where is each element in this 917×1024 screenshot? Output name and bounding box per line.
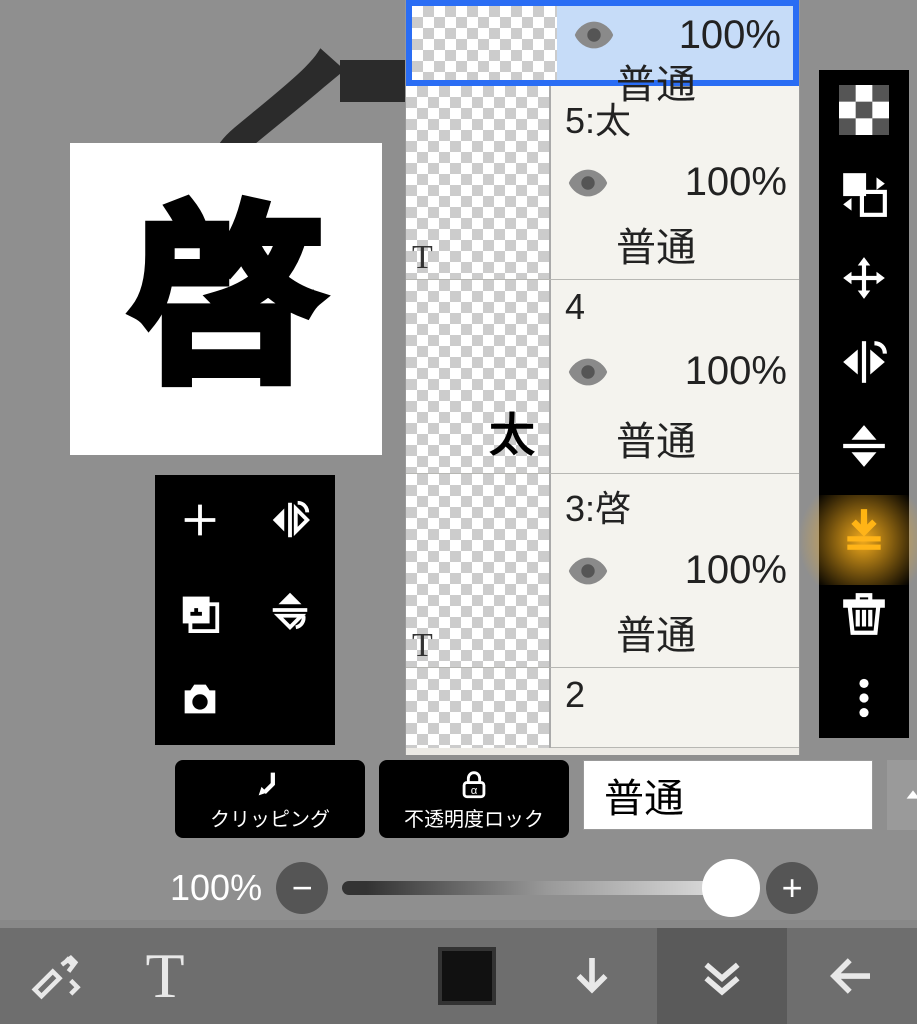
visibility-icon[interactable] bbox=[565, 548, 611, 594]
opacity-slider-row: 100% − + bbox=[170, 862, 818, 914]
layer-name: 4 bbox=[565, 286, 787, 328]
tile-big-char: 啓 bbox=[131, 204, 321, 394]
clipping-button[interactable]: クリッピング bbox=[175, 760, 365, 838]
blend-mode-value: 普通 bbox=[604, 766, 684, 824]
text-tool-button[interactable]: T bbox=[110, 928, 220, 1024]
layer-name: 2 bbox=[565, 674, 787, 716]
visibility-icon[interactable] bbox=[565, 160, 611, 206]
swap-button[interactable] bbox=[838, 168, 890, 220]
layer-row[interactable]: T 5:太 100% 普通 bbox=[406, 86, 799, 280]
scroll-down-button[interactable] bbox=[527, 928, 657, 1024]
layer-thumbnail[interactable] bbox=[406, 668, 551, 748]
visibility-icon[interactable] bbox=[565, 349, 611, 395]
lock-icon: α bbox=[457, 767, 491, 801]
chevron-double-down-icon bbox=[695, 949, 749, 1003]
move-icon bbox=[839, 253, 889, 303]
layer-thumbnail[interactable] bbox=[412, 6, 557, 80]
plus-icon bbox=[177, 497, 223, 543]
transparency-button[interactable] bbox=[838, 84, 890, 136]
opacity-value: 100% bbox=[170, 867, 262, 909]
merge-down-button[interactable] bbox=[838, 504, 890, 556]
delete-button[interactable] bbox=[838, 588, 890, 640]
flip-vertical-icon bbox=[267, 587, 313, 633]
clipping-label: クリッピング bbox=[210, 803, 330, 832]
layer-row[interactable]: 太 4 100% 普通 bbox=[406, 280, 799, 474]
layer-thumbnail[interactable]: 太 bbox=[406, 280, 551, 473]
merge-down-icon bbox=[839, 505, 889, 555]
flip-horizontal-icon bbox=[267, 497, 313, 543]
layer-panel[interactable]: 100% 普通 T 5:太 100% 普通 太 4 bbox=[405, 0, 800, 755]
add-folder-icon bbox=[177, 587, 223, 633]
opacity-increase-button[interactable]: + bbox=[766, 862, 818, 914]
triangle-up-icon bbox=[902, 784, 917, 806]
right-toolbar bbox=[819, 70, 909, 738]
clipping-icon bbox=[253, 767, 287, 801]
flip-vertical-icon bbox=[839, 421, 889, 471]
flip-horizontal-button[interactable] bbox=[245, 475, 335, 565]
add-layer-button[interactable] bbox=[155, 475, 245, 565]
svg-text:α: α bbox=[471, 784, 478, 796]
arrow-down-icon bbox=[565, 949, 619, 1003]
blend-mode-select[interactable]: 普通 bbox=[583, 760, 873, 830]
checker-icon bbox=[839, 85, 889, 135]
mini-tool-palette bbox=[155, 475, 335, 745]
alpha-lock-button[interactable]: α 不透明度ロック bbox=[379, 760, 569, 838]
layer-opacity: 100% bbox=[685, 548, 787, 593]
flip-horizontal-button[interactable] bbox=[838, 336, 890, 388]
brush-eraser-swap-button[interactable] bbox=[0, 928, 110, 1024]
back-button[interactable] bbox=[787, 928, 917, 1024]
opacity-slider[interactable] bbox=[342, 881, 752, 895]
bottom-toolbar: T bbox=[0, 928, 917, 1024]
blend-mode-dropdown[interactable] bbox=[887, 760, 917, 830]
flip-vertical-button[interactable] bbox=[838, 420, 890, 472]
alpha-lock-label: 不透明度ロック bbox=[404, 803, 544, 832]
layer-row[interactable]: 2 bbox=[406, 668, 799, 748]
swap-icon bbox=[839, 169, 889, 219]
thumbnail-content: 太 bbox=[489, 399, 535, 465]
layer-name: 5:太 bbox=[565, 92, 787, 144]
move-button[interactable] bbox=[838, 252, 890, 304]
layer-opacity: 100% bbox=[685, 349, 787, 394]
layer-row[interactable]: T 3:啓 100% 普通 bbox=[406, 474, 799, 668]
brush-swap-icon bbox=[28, 949, 82, 1003]
more-vertical-icon bbox=[839, 673, 889, 723]
flip-vertical-button[interactable] bbox=[245, 565, 335, 655]
layer-row[interactable]: 100% 普通 bbox=[406, 0, 799, 86]
arrow-left-icon bbox=[825, 949, 879, 1003]
layer-controls-row: クリッピング α 不透明度ロック 普通 bbox=[175, 760, 917, 838]
text-tool-label: T bbox=[145, 939, 184, 1013]
trash-icon bbox=[839, 589, 889, 639]
slider-knob[interactable] bbox=[702, 859, 760, 917]
canvas-floating-tile[interactable]: 啓 bbox=[70, 143, 382, 455]
layer-thumbnail[interactable]: T bbox=[406, 86, 551, 279]
add-folder-button[interactable] bbox=[155, 565, 245, 655]
layer-name: 3:啓 bbox=[565, 480, 787, 532]
color-swatch-button[interactable] bbox=[407, 928, 527, 1024]
camera-icon bbox=[177, 677, 223, 723]
text-layer-icon: T bbox=[412, 239, 433, 277]
opacity-decrease-button[interactable]: − bbox=[276, 862, 328, 914]
more-button[interactable] bbox=[838, 672, 890, 724]
color-swatch bbox=[438, 947, 496, 1005]
layer-blend-mode: 普通 bbox=[565, 215, 787, 273]
text-layer-icon: T bbox=[412, 627, 433, 665]
camera-button[interactable] bbox=[155, 655, 245, 745]
layer-blend-mode: 普通 bbox=[565, 409, 787, 467]
layer-opacity: 100% bbox=[685, 160, 787, 205]
flip-horizontal-icon bbox=[839, 337, 889, 387]
layer-thumbnail[interactable]: T bbox=[406, 474, 551, 667]
layer-opacity: 100% bbox=[679, 13, 781, 58]
layer-blend-mode: 普通 bbox=[565, 603, 787, 661]
collapse-panel-button[interactable] bbox=[657, 928, 787, 1024]
